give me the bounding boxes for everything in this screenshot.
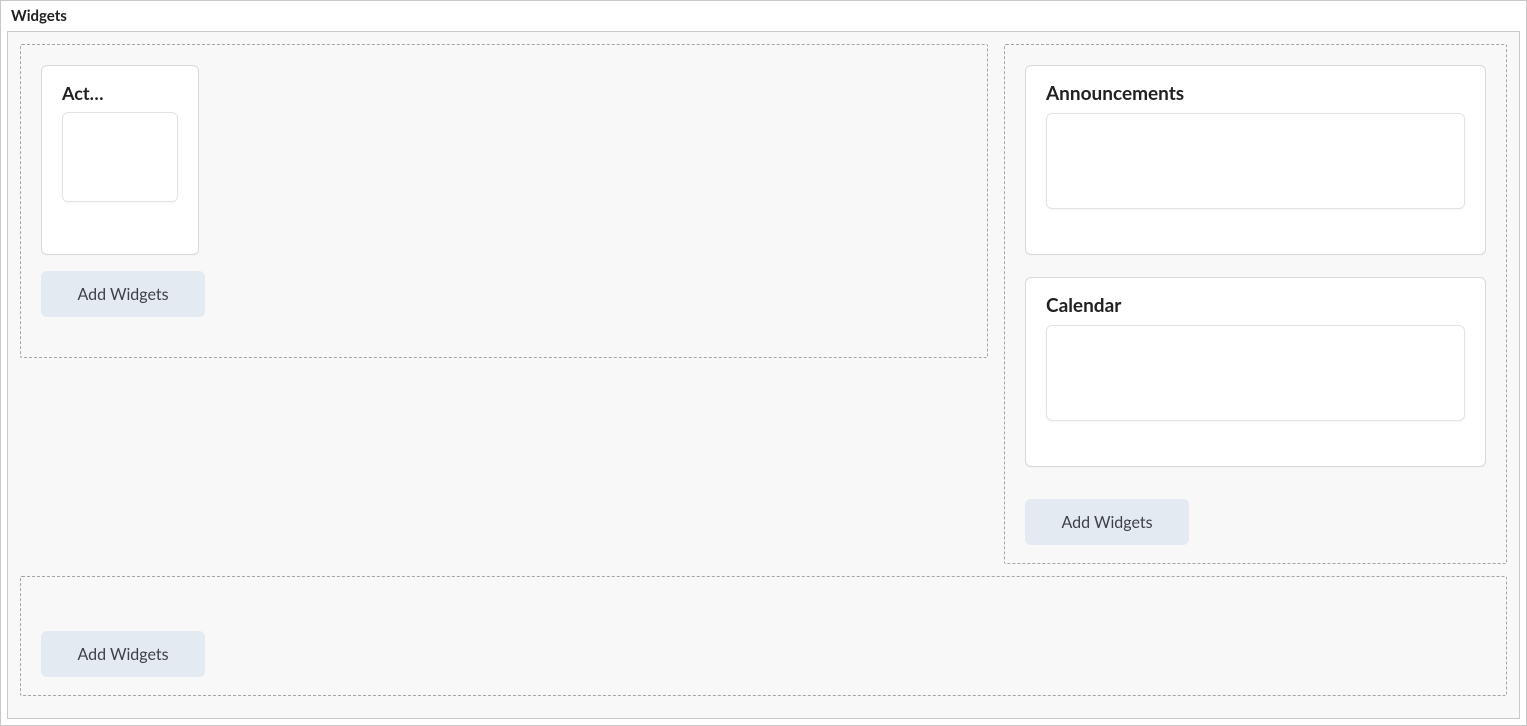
widget-title: Announcements <box>1046 82 1465 105</box>
add-widgets-button[interactable]: Add Widgets <box>1025 499 1189 545</box>
drop-zone-right[interactable]: Announcements Calendar Add Widgets <box>1004 44 1507 564</box>
widgets-canvas: Act… Add Widgets Announcements Calendar <box>7 31 1520 719</box>
widget-preview <box>1046 325 1465 421</box>
add-widgets-button[interactable]: Add Widgets <box>41 631 205 677</box>
top-row: Act… Add Widgets Announcements Calendar <box>20 44 1507 564</box>
widget-card-calendar[interactable]: Calendar <box>1025 277 1486 467</box>
widgets-editor-frame: Widgets Act… Add Widgets Announcements <box>0 0 1527 726</box>
widget-title: Act… <box>62 82 178 104</box>
right-widgets-stack: Announcements Calendar <box>1025 65 1486 483</box>
add-widgets-button[interactable]: Add Widgets <box>41 271 205 317</box>
widget-card-announcements[interactable]: Announcements <box>1025 65 1486 255</box>
section-title: Widgets <box>1 1 1526 29</box>
drop-zone-bottom[interactable]: Add Widgets <box>20 576 1507 696</box>
widget-preview <box>1046 113 1465 209</box>
widget-title: Calendar <box>1046 294 1465 317</box>
widget-preview <box>62 112 178 202</box>
widget-card-activity[interactable]: Act… <box>41 65 199 255</box>
drop-zone-left[interactable]: Act… Add Widgets <box>20 44 988 358</box>
